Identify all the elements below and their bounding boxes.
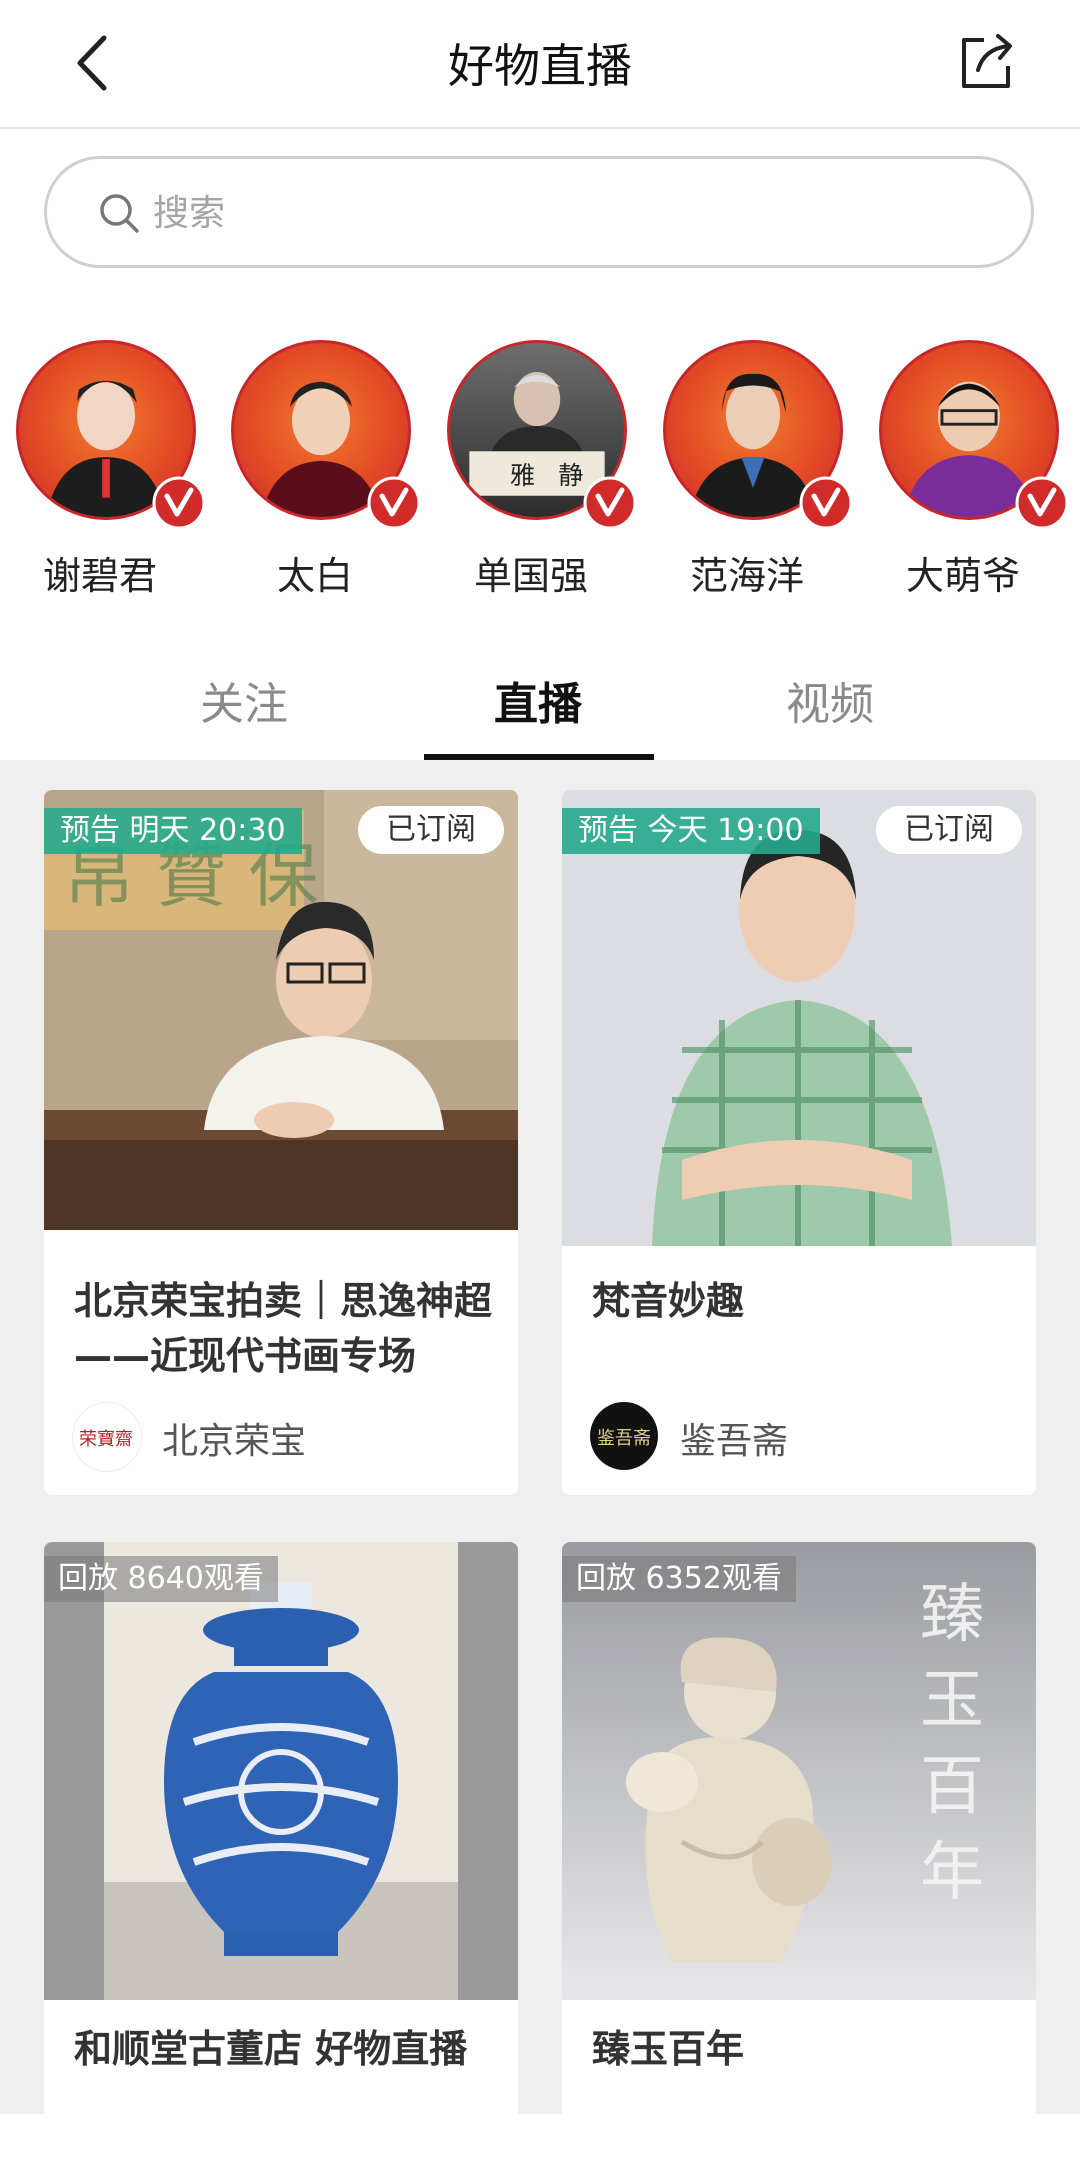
card-thumbnail: 回放 6352观看 臻玉百年 [562, 1542, 1036, 2000]
share-icon[interactable] [954, 30, 1018, 94]
card-thumbnail: 预告 今天 19:00 已订阅 [562, 790, 1036, 1246]
search-input[interactable] [151, 179, 975, 247]
live-card[interactable]: 预告 今天 19:00 已订阅 梵音妙趣 鉴吾斋 鉴吾斋 [562, 790, 1036, 1495]
verified-badge-icon [367, 476, 421, 530]
author-name: 北京荣宝 [162, 1421, 307, 1462]
thumbnail-overlay-text: 臻玉百年 [920, 1578, 984, 1910]
replay-badge: 回放 6352观看 [562, 1556, 796, 1602]
host-item[interactable]: 范海洋 [647, 340, 853, 600]
host-item[interactable]: 太白 [215, 340, 421, 600]
card-title: 梵音妙趣 [592, 1279, 745, 1323]
author-logo: 鉴吾斋 [590, 1402, 658, 1470]
card-title: 北京荣宝拍卖｜思逸神超——近现代书画专场 [74, 1279, 493, 1378]
host-name: 谢碧君 [42, 554, 157, 598]
card-title: 和顺堂古董店 好物直播 [74, 2027, 468, 2071]
live-card[interactable]: 帛 贊 保 预告 明天 20:30 已订阅 北京荣宝拍卖｜思逸神超——近现代书画… [44, 790, 518, 1495]
live-grid: 帛 贊 保 预告 明天 20:30 已订阅 北京荣宝拍卖｜思逸神超——近现代书画… [0, 760, 1080, 2162]
author-name: 鉴吾斋 [680, 1421, 789, 1462]
host-item[interactable]: 大萌爷 [863, 340, 1069, 600]
verified-badge-icon [152, 476, 206, 530]
live-card[interactable]: 回放 8640观看 和顺堂古董店 好物直播 [44, 1542, 518, 2162]
svg-text:静: 静 [558, 461, 583, 490]
host-name: 太白 [276, 554, 353, 598]
card-author[interactable]: 鉴吾斋 鉴吾斋 [590, 1402, 1010, 1472]
host-avatar-row: 谢碧君 太白 雅静 单国强 范海洋 大萌爷 [0, 340, 1080, 600]
tab-bar: 关注 直播 视频 [0, 640, 1080, 760]
host-item[interactable]: 雅静 单国强 [431, 340, 637, 600]
card-title: 臻玉百年 [592, 2027, 745, 2071]
top-bar: 好物直播 [0, 0, 1080, 129]
card-thumbnail: 帛 贊 保 预告 明天 20:30 已订阅 [44, 790, 518, 1230]
preview-badge: 预告 明天 20:30 [44, 808, 302, 854]
subscribed-button[interactable]: 已订阅 [358, 806, 504, 854]
tab-video[interactable]: 视频 [786, 668, 874, 732]
author-logo-text: 鉴吾斋 [597, 1428, 651, 1449]
host-name: 单国强 [473, 554, 588, 598]
verified-badge-icon [1015, 476, 1069, 530]
verified-badge-icon [799, 476, 853, 530]
svg-text:雅: 雅 [510, 461, 535, 490]
card-thumbnail: 回放 8640观看 [44, 1542, 518, 2000]
host-name: 大萌爷 [905, 554, 1020, 598]
card-author[interactable]: 荣寶齋 北京荣宝 [72, 1402, 492, 1472]
replay-badge: 回放 8640观看 [44, 1556, 278, 1602]
live-card[interactable]: 回放 6352观看 臻玉百年 臻玉百年 [562, 1542, 1036, 2162]
tab-follow[interactable]: 关注 [200, 668, 288, 732]
search-icon [100, 194, 139, 233]
subscribed-button[interactable]: 已订阅 [876, 806, 1022, 854]
page-title: 好物直播 [448, 39, 632, 93]
host-item[interactable]: 谢碧君 [0, 340, 206, 600]
verified-badge-icon [583, 476, 637, 530]
tab-live[interactable]: 直播 [494, 668, 582, 732]
search-bar[interactable] [44, 156, 1034, 268]
author-logo-text: 荣寶齋 [79, 1429, 133, 1450]
host-name: 范海洋 [689, 554, 804, 598]
author-logo: 荣寶齋 [72, 1402, 142, 1472]
preview-badge: 预告 今天 19:00 [562, 808, 820, 854]
